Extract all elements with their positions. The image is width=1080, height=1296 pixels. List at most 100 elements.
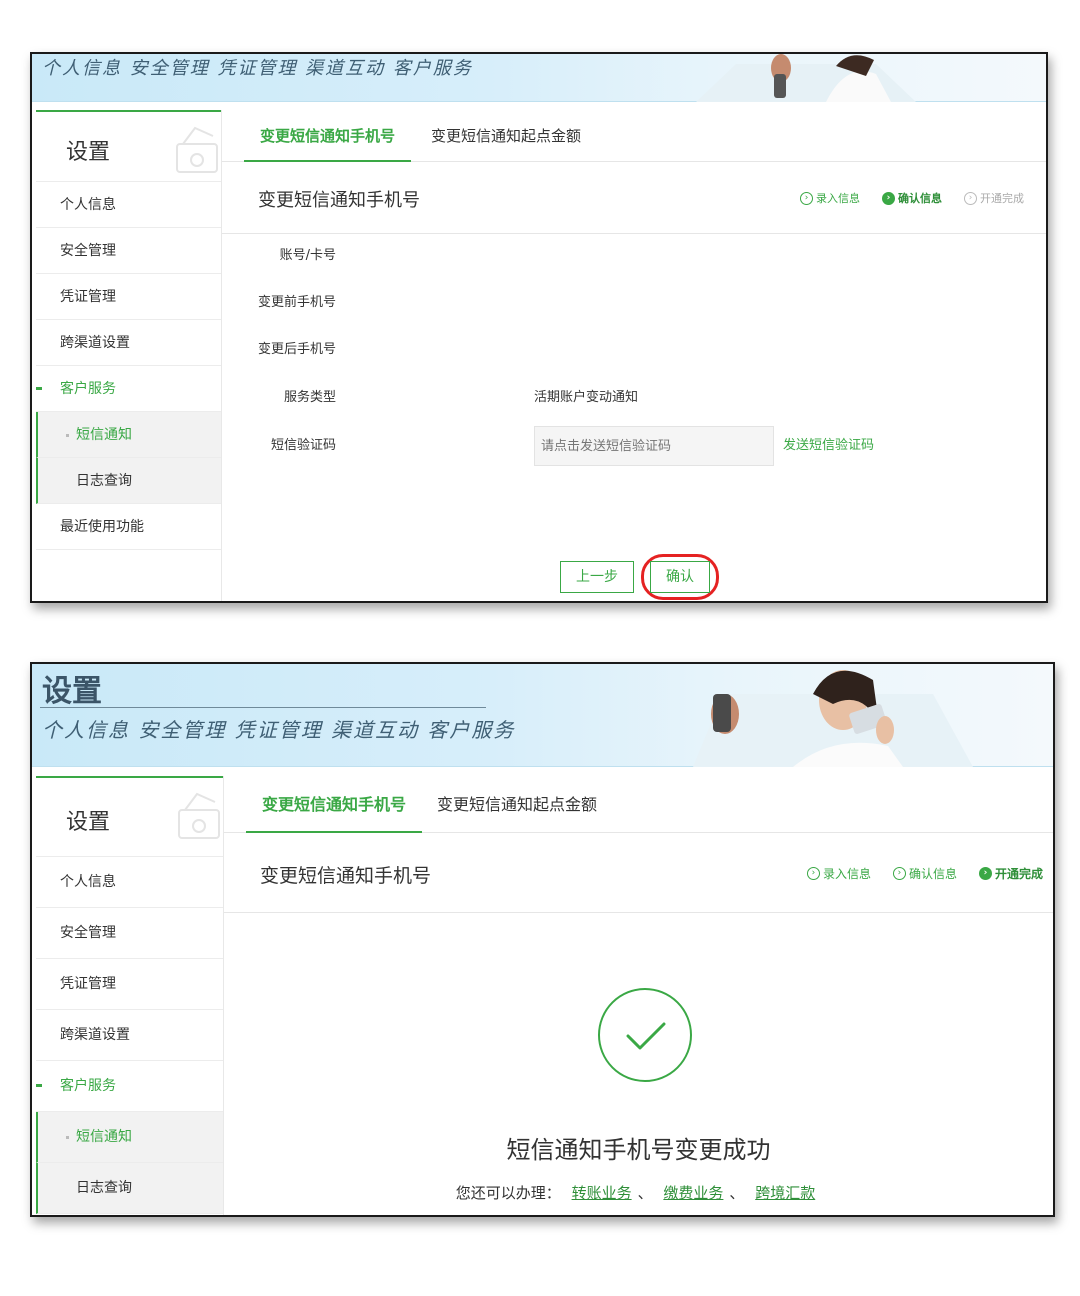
sidebar-item-personal-info[interactable]: 个人信息	[36, 182, 221, 228]
confirm-button[interactable]: 确认	[650, 561, 710, 593]
sidebar-item-label: 日志查询	[76, 1180, 132, 1196]
tab-bar: 变更短信通知手机号 变更短信通知起点金额	[224, 776, 1053, 833]
success-check-icon	[598, 988, 692, 1082]
active-marker	[36, 1084, 42, 1087]
sidebar-header: 设置	[36, 110, 221, 182]
section-title: 变更短信通知手机号	[258, 190, 420, 211]
success-message: 短信通知手机号变更成功	[506, 1136, 771, 1164]
step-complete: › 开通完成	[978, 865, 1043, 882]
prev-button[interactable]: 上一步	[560, 561, 634, 593]
chevron-right-icon: ›	[882, 191, 895, 205]
screenshot-success-step: 设置 个人信息 安全管理 凭证管理 渠道互动 客户服务 设置 个人信息 安全管理…	[30, 662, 1055, 1217]
sidebar-item-label: 客户服务	[60, 1078, 116, 1094]
send-sms-code-link[interactable]: 发送短信验证码	[783, 426, 874, 466]
step-label: 确认信息	[908, 867, 957, 881]
chevron-right-icon: ›	[806, 867, 820, 880]
sms-code-label: 短信验证码	[270, 438, 336, 453]
step-label: 确认信息	[898, 192, 942, 205]
chevron-right-icon: ›	[800, 191, 813, 205]
banner-title: 设置	[42, 674, 102, 709]
tab-change-phone[interactable]: 变更短信通知手机号	[246, 776, 423, 833]
transfer-link[interactable]: 转账业务	[572, 1184, 632, 1202]
form-row-old-phone: 变更前手机号	[222, 283, 1046, 323]
sidebar-item-label: 日志查询	[76, 473, 132, 489]
sidebar-item-label: 安全管理	[60, 925, 116, 941]
sidebar-title: 设置	[66, 140, 111, 165]
sidebar-header: 设置	[36, 776, 223, 857]
step-enter-info: › 录入信息	[800, 190, 860, 206]
sidebar-item-label: 个人信息	[60, 874, 116, 890]
sidebar: 设置 个人信息 安全管理 凭证管理 跨渠道设置 客户服务 短信通知 日志查询	[36, 776, 224, 1215]
sidebar-subitem-log-query[interactable]: 日志查询	[36, 1163, 223, 1214]
main-panel: 变更短信通知手机号 变更短信通知起点金额 变更短信通知手机号 › 录入信息 › 确认…	[222, 110, 1046, 601]
payment-link[interactable]: 缴费业务	[663, 1184, 723, 1202]
progress-steps: › 录入信息 › 确认信息 › 开通完成	[806, 865, 1043, 882]
sidebar-title: 设置	[66, 810, 111, 835]
section-title: 变更短信通知手机号	[260, 865, 432, 887]
section-header: 变更短信通知手机号 › 录入信息 › 确认信息 › 开通完成	[222, 162, 1046, 234]
more-services-prefix: 您还可以办理：	[455, 1184, 561, 1202]
sidebar-item-label: 短信通知	[76, 1129, 132, 1145]
sidebar-item-customer-service[interactable]: 客户服务	[36, 1061, 223, 1112]
main-panel: 变更短信通知手机号 变更短信通知起点金额 变更短信通知手机号 › 录入信息 › 确认…	[224, 776, 1053, 1215]
sidebar-item-label: 跨渠道设置	[60, 1027, 130, 1043]
tab-change-phone[interactable]: 变更短信通知手机号	[244, 110, 412, 162]
form-row-service-type: 服务类型 活期账户变动通知	[222, 378, 1046, 418]
step-enter-info: › 录入信息	[806, 865, 871, 882]
banner-woman-image	[683, 664, 983, 767]
active-marker	[36, 387, 42, 390]
new-phone-label: 变更后手机号	[257, 342, 336, 357]
step-label: 录入信息	[816, 192, 860, 205]
account-label: 账号/卡号	[279, 248, 336, 263]
service-type-label: 服务类型	[283, 390, 336, 405]
sidebar-item-label: 短信通知	[76, 427, 132, 443]
bullet-icon	[66, 1136, 69, 1139]
sidebar-item-personal-info[interactable]: 个人信息	[36, 857, 223, 908]
sidebar-item-credentials[interactable]: 凭证管理	[36, 959, 223, 1010]
banner-woman-image	[676, 54, 966, 102]
sidebar-item-label: 凭证管理	[60, 976, 116, 992]
banner: 个人信息 安全管理 凭证管理 渠道互动 客户服务	[32, 54, 1046, 102]
sidebar-item-cross-channel[interactable]: 跨渠道设置	[36, 1010, 223, 1061]
step-label: 录入信息	[822, 867, 871, 881]
sidebar-item-label: 凭证管理	[60, 289, 116, 305]
old-phone-label: 变更前手机号	[257, 295, 336, 310]
separator: 、	[637, 1184, 653, 1202]
step-label: 开通完成	[994, 867, 1043, 881]
sidebar-item-label: 客户服务	[60, 381, 116, 397]
screenshot-confirm-step: 个人信息 安全管理 凭证管理 渠道互动 客户服务 设置 个人信息 安全管理 凭证…	[30, 52, 1048, 603]
step-complete: › 开通完成	[964, 190, 1024, 206]
step-confirm-info: › 确认信息	[892, 865, 957, 882]
more-services: 您还可以办理： 转账业务、 缴费业务、 跨境汇款	[224, 1182, 1053, 1203]
banner-divider	[40, 707, 486, 708]
form-row-new-phone: 变更后手机号	[222, 330, 1046, 370]
tab-bar: 变更短信通知手机号 变更短信通知起点金额	[222, 110, 1046, 162]
service-type-value: 活期账户变动通知	[534, 390, 639, 405]
sidebar-item-recent[interactable]: 最近使用功能	[36, 504, 221, 550]
tab-change-threshold[interactable]: 变更短信通知起点金额	[421, 776, 613, 833]
cross-border-remittance-link[interactable]: 跨境汇款	[755, 1184, 815, 1202]
step-confirm-info: › 确认信息	[882, 190, 942, 206]
sidebar-item-label: 最近使用功能	[60, 519, 144, 535]
banner-nav: 个人信息 安全管理 凭证管理 渠道互动 客户服务	[42, 58, 473, 79]
sidebar-subitem-sms-notice[interactable]: 短信通知	[36, 1112, 223, 1163]
bullet-icon	[66, 434, 69, 437]
sidebar-item-security[interactable]: 安全管理	[36, 908, 223, 959]
banner-nav: 个人信息 安全管理 凭证管理 渠道互动 客户服务	[42, 718, 516, 742]
progress-steps: › 录入信息 › 确认信息 › 开通完成	[800, 190, 1024, 206]
tab-change-threshold[interactable]: 变更短信通知起点金额	[415, 110, 597, 162]
sidebar-item-label: 个人信息	[60, 197, 116, 213]
chevron-right-icon: ›	[978, 867, 992, 880]
chevron-right-icon: ›	[892, 867, 906, 880]
section-header: 变更短信通知手机号 › 录入信息 › 确认信息 › 开通完成	[224, 833, 1053, 913]
sidebar-item-label: 跨渠道设置	[60, 335, 130, 351]
wallet-icon	[178, 792, 220, 839]
chevron-right-icon: ›	[964, 191, 977, 205]
banner: 设置 个人信息 安全管理 凭证管理 渠道互动 客户服务	[32, 664, 1053, 767]
form-row-account: 账号/卡号	[222, 236, 1046, 276]
step-label: 开通完成	[980, 192, 1024, 205]
sidebar-item-label: 安全管理	[60, 243, 116, 259]
checkmark-icon	[626, 1022, 666, 1050]
sms-code-input[interactable]	[534, 426, 774, 466]
form-row-sms-code: 短信验证码 发送短信验证码	[222, 426, 1046, 466]
